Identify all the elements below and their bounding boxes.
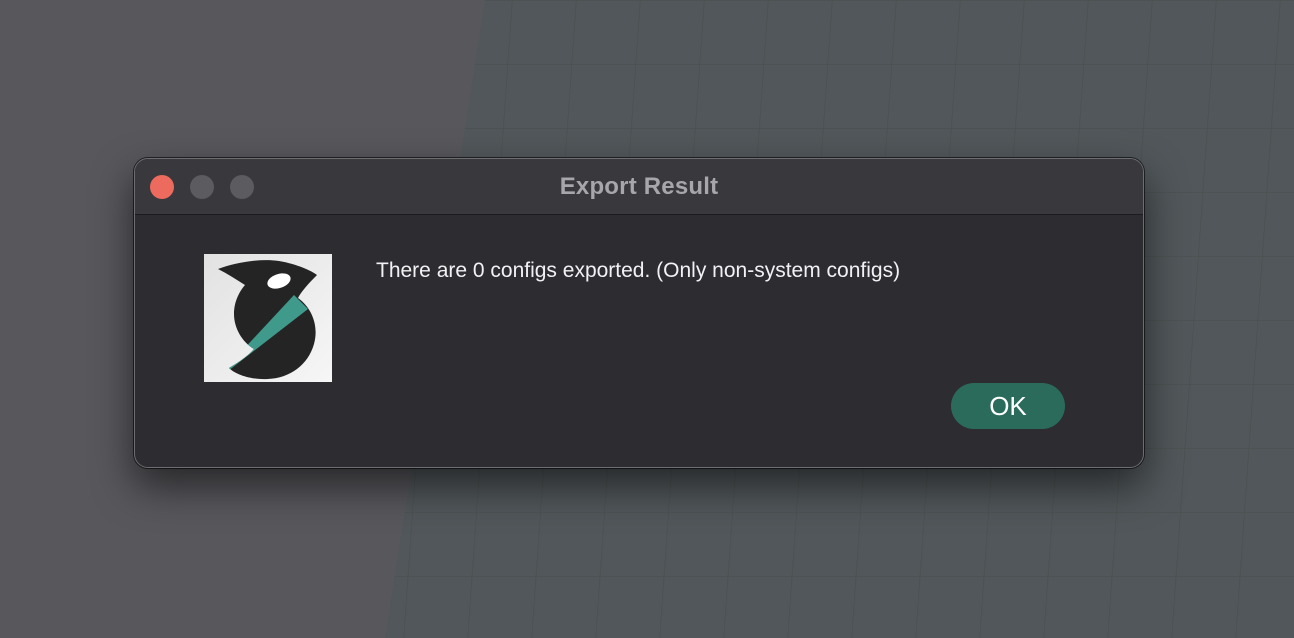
- ok-button[interactable]: OK: [951, 383, 1065, 429]
- export-result-dialog: Export Result There are 0 configs export…: [134, 158, 1144, 468]
- window-title: Export Result: [559, 173, 719, 200]
- desktop-background: Export Result There are 0 configs export…: [0, 0, 1294, 638]
- orca-app-icon: [204, 254, 332, 382]
- export-message: There are 0 configs exported. (Only non-…: [376, 259, 901, 282]
- titlebar: Export Result: [135, 159, 1143, 215]
